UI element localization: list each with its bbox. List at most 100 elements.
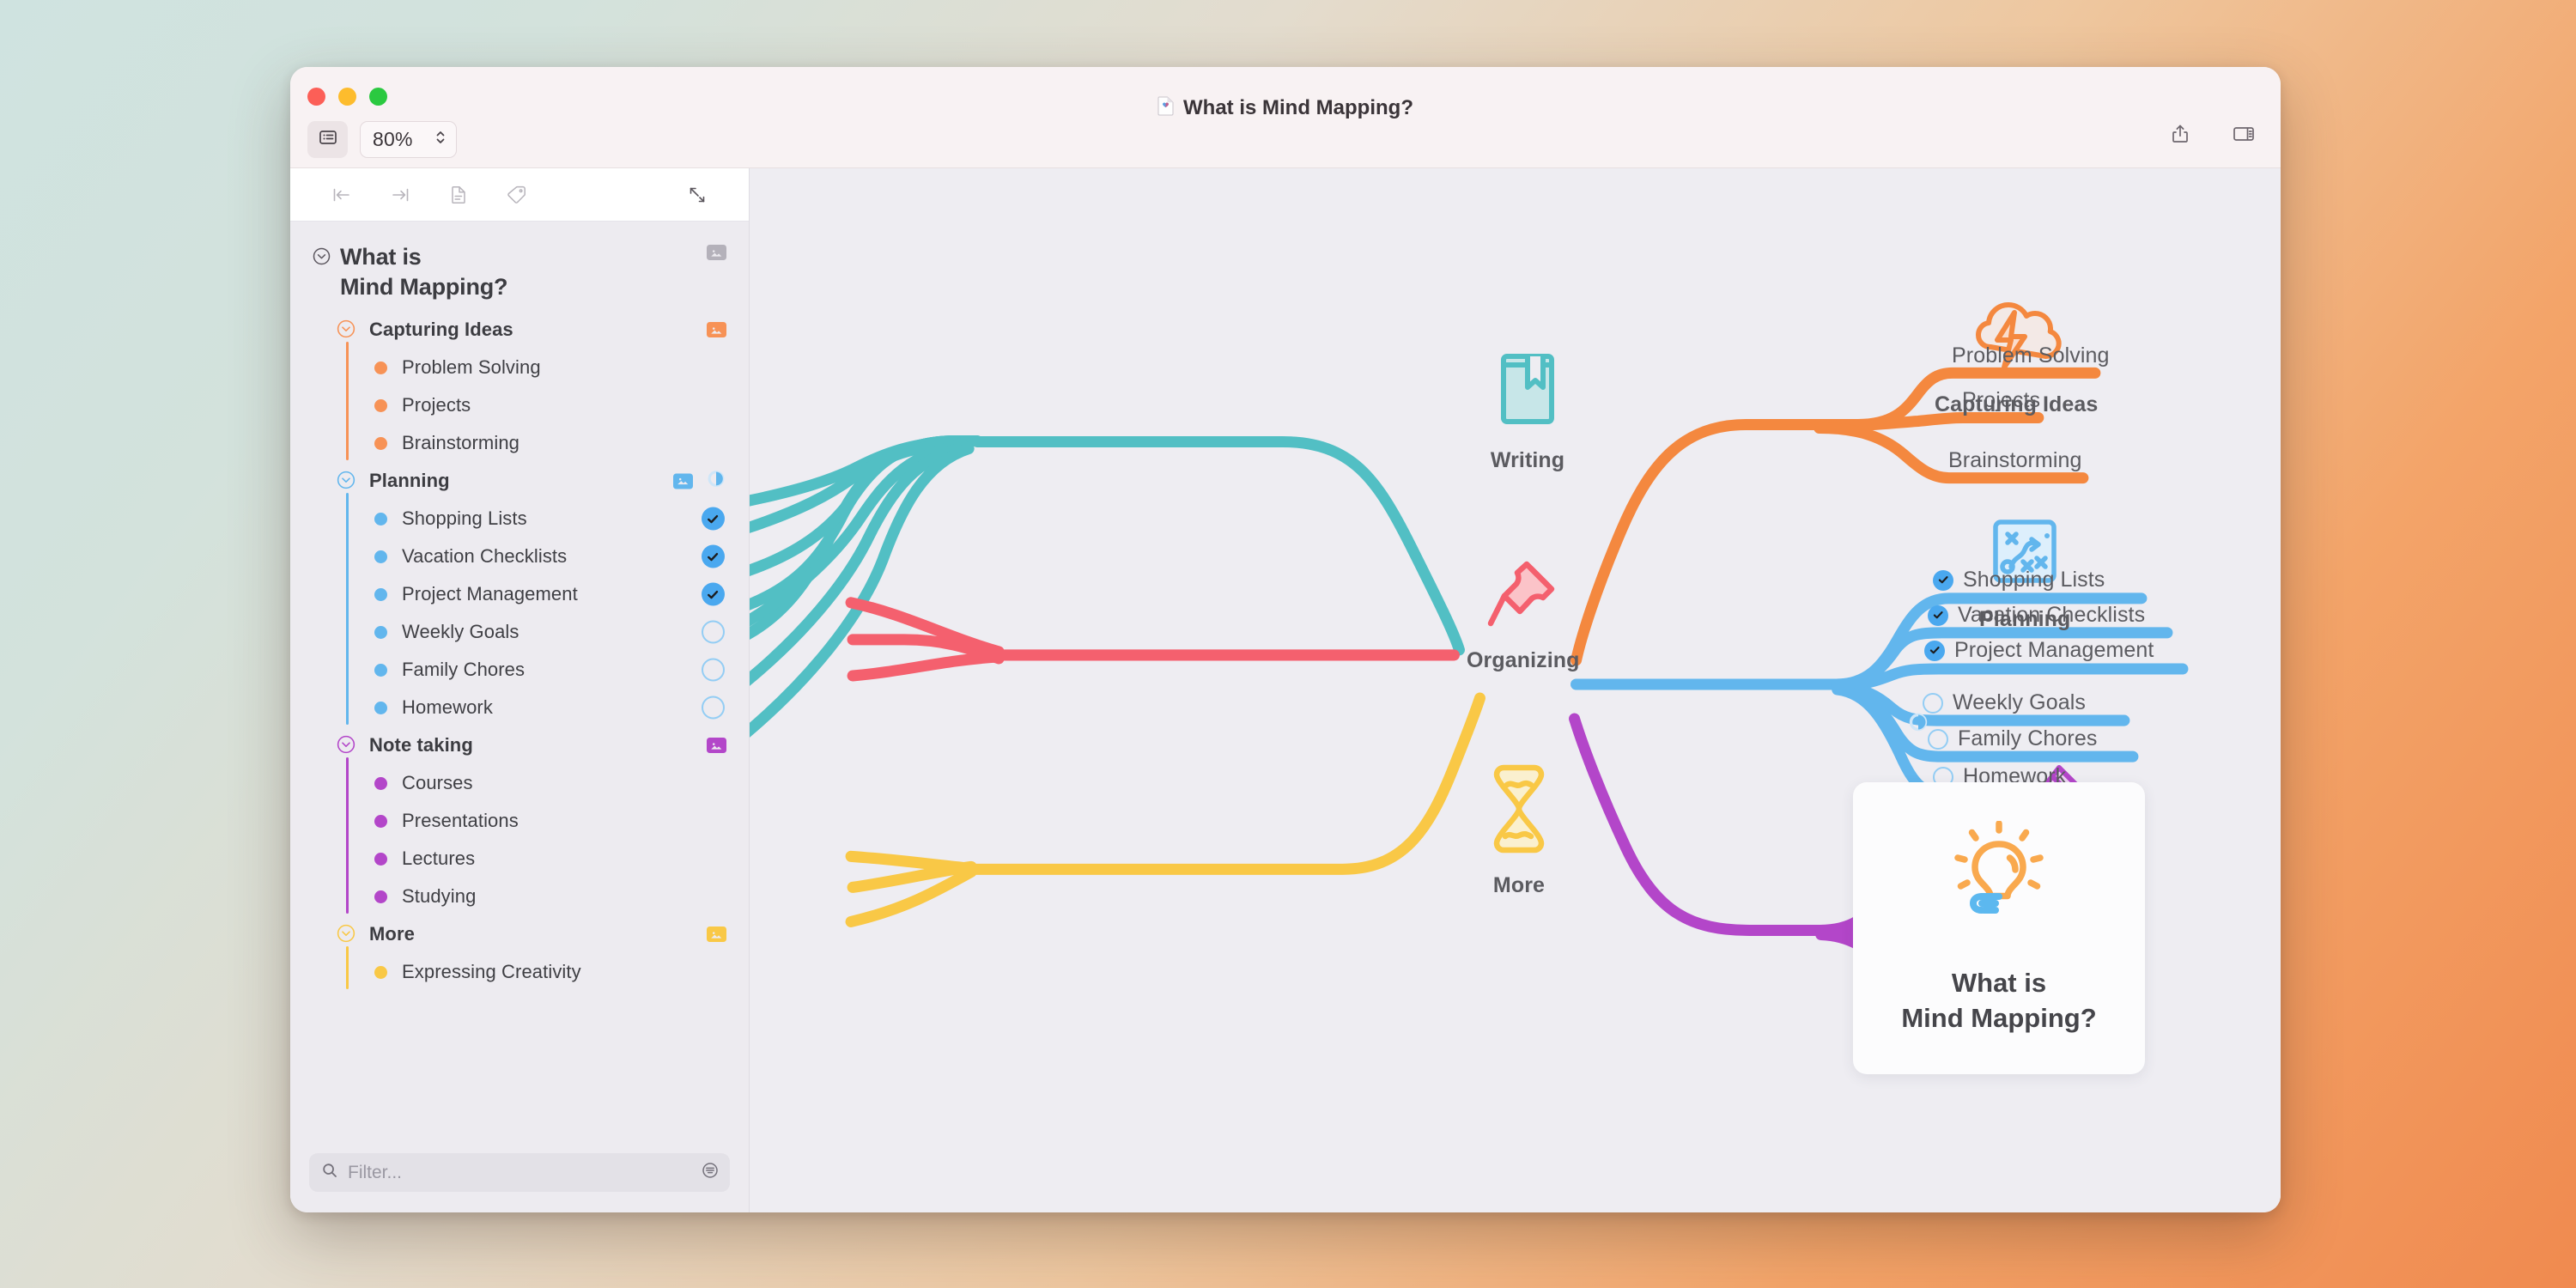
image-badge-icon[interactable]: [707, 738, 726, 754]
image-badge-icon[interactable]: [707, 245, 726, 260]
mindmap-child-node[interactable]: Vacation Checklists: [1928, 603, 2145, 628]
chevron-down-circle-icon[interactable]: [335, 736, 357, 759]
pushpin-icon: [1484, 553, 1563, 636]
checkbox-checked[interactable]: [702, 544, 725, 568]
outline-leaf-row[interactable]: Shopping Lists: [290, 500, 749, 538]
outline-leaf-row[interactable]: Studying: [290, 878, 749, 915]
outline-branch-row[interactable]: More: [290, 915, 749, 953]
document-icon: [1157, 96, 1174, 120]
mindmap-node-organizing[interactable]: Organizing: [1467, 553, 1580, 673]
outline-leaf-row[interactable]: Lectures: [290, 840, 749, 878]
outline-leaf-row[interactable]: Homework: [290, 689, 749, 726]
bullet-dot-icon: [374, 398, 387, 412]
outline-branch-row[interactable]: Capturing Ideas: [290, 311, 749, 349]
share-button[interactable]: [2167, 121, 2193, 151]
tag-button[interactable]: [488, 184, 546, 206]
outline-root-badges: [707, 245, 726, 260]
outline-leaf-row[interactable]: Courses: [290, 764, 749, 802]
checkbox-checked[interactable]: [1928, 605, 1948, 626]
outline-tree[interactable]: What is Mind Mapping? Capturing Ideas Pro…: [290, 222, 749, 1212]
outline-branch-label: Capturing Ideas: [369, 319, 513, 341]
outline-root-line1: What is: [340, 244, 422, 270]
mindmap-child-label: Problem Solving: [1952, 343, 2110, 368]
mindmap-child-label: Shopping Lists: [1963, 568, 2105, 592]
checkbox-unchecked[interactable]: [702, 620, 725, 644]
outline-leaf-label: Presentations: [402, 810, 519, 832]
outline-leaf-row[interactable]: Family Chores: [290, 651, 749, 689]
mindmap-child-node[interactable]: Projects: [1962, 388, 2040, 413]
stepper-updown-icon[interactable]: [434, 128, 447, 151]
filter-options-icon[interactable]: [701, 1161, 720, 1184]
mindmap-child-node[interactable]: Brainstorming: [1948, 448, 2082, 473]
image-badge-icon[interactable]: [673, 473, 693, 489]
half-progress-ring-icon[interactable]: [706, 469, 726, 494]
mindmap-node-organizing-label: Organizing: [1467, 648, 1580, 672]
indent-button[interactable]: [371, 184, 429, 206]
mindmap-node-writing[interactable]: Writing: [1488, 344, 1567, 473]
bullet-dot-icon: [374, 701, 387, 714]
checkbox-unchecked[interactable]: [702, 658, 725, 682]
checkbox-unchecked[interactable]: [1923, 692, 1943, 714]
outline-leaf-label: Vacation Checklists: [402, 545, 568, 568]
note-button[interactable]: [429, 184, 488, 206]
mindmap-child-label: Projects: [1962, 388, 2041, 412]
outdent-button[interactable]: [313, 184, 371, 206]
checkbox-checked[interactable]: [702, 507, 725, 531]
bullet-dot-icon: [374, 852, 387, 866]
filter-field[interactable]: Filter...: [309, 1153, 730, 1192]
outline-leaf-row[interactable]: Vacation Checklists: [290, 538, 749, 575]
sidebar-toggle-button[interactable]: [307, 121, 348, 158]
mindmap-child-node[interactable]: Problem Solving: [1952, 343, 2110, 368]
outline-branch-row[interactable]: Note taking: [290, 726, 749, 764]
image-badge-icon[interactable]: [707, 322, 726, 338]
mindmap-child-label: Brainstorming: [1948, 448, 2082, 472]
outline-leaf-label: Brainstorming: [402, 432, 520, 454]
mindmap-child-label: Weekly Goals: [1953, 690, 2086, 714]
mindmap-center-node[interactable]: What is Mind Mapping?: [1853, 782, 2145, 1074]
filter-input[interactable]: Filter...: [348, 1163, 691, 1183]
chevron-down-circle-icon[interactable]: [335, 320, 357, 343]
app-window: 80% What is Mind Mapping? What is Mind M…: [290, 67, 2281, 1212]
checkbox-checked[interactable]: [702, 582, 725, 606]
outline-leaf-row[interactable]: Project Management: [290, 575, 749, 613]
window-titlebar: 80% What is Mind Mapping?: [290, 67, 2281, 200]
outline-leaf-row[interactable]: Presentations: [290, 802, 749, 840]
image-badge-icon[interactable]: [707, 927, 726, 943]
checkbox-unchecked[interactable]: [702, 696, 725, 720]
outline-leaf-row[interactable]: Projects: [290, 386, 749, 424]
mindmap-child-node[interactable]: Family Chores: [1928, 726, 2097, 751]
mindmap-child-label: Vacation Checklists: [1958, 603, 2146, 627]
checkbox-checked[interactable]: [1933, 569, 1953, 591]
chevron-down-circle-icon[interactable]: [335, 471, 357, 495]
mindmap-center-line1: What is: [1951, 968, 2047, 999]
mindmap-child-node[interactable]: Shopping Lists: [1933, 568, 2105, 592]
outline-root-row[interactable]: What is Mind Mapping?: [290, 235, 749, 311]
hourglass-icon: [1485, 761, 1553, 861]
outline-branch-row[interactable]: Planning: [290, 462, 749, 500]
outline-leaf-label: Weekly Goals: [402, 621, 519, 643]
inspector-toggle[interactable]: [2231, 121, 2257, 151]
bullet-dot-icon: [374, 436, 387, 450]
expand-all-button[interactable]: [668, 184, 726, 206]
zoom-level-field[interactable]: 80%: [360, 121, 457, 158]
mindmap-child-node[interactable]: Weekly Goals: [1923, 690, 2086, 715]
mindmap-child-label: Project Management: [1954, 638, 2154, 662]
chevron-down-circle-icon[interactable]: [335, 925, 357, 948]
mindmap-child-label: Family Chores: [1958, 726, 2098, 750]
chevron-down-circle-icon[interactable]: [311, 242, 340, 271]
outline-leaf-label: Lectures: [402, 848, 476, 870]
outline-leaf-row[interactable]: Problem Solving: [290, 349, 749, 386]
mindmap-node-more-left[interactable]: More: [1485, 761, 1553, 898]
bullet-dot-icon: [374, 550, 387, 563]
outline-leaf-label: Courses: [402, 772, 473, 794]
checkbox-unchecked[interactable]: [1928, 728, 1948, 750]
mindmap-child-node[interactable]: Project Management: [1924, 638, 2154, 663]
checkbox-checked[interactable]: [1924, 640, 1945, 661]
mindmap-canvas[interactable]: What is Mind Mapping? Writing Organizing…: [750, 168, 2281, 1212]
outline-root-line2: Mind Mapping?: [340, 274, 508, 301]
outline-leaf-label: Expressing Creativity: [402, 961, 581, 983]
outline-leaf-row[interactable]: Brainstorming: [290, 424, 749, 462]
outline-leaf-row[interactable]: Weekly Goals: [290, 613, 749, 651]
outline-leaf-label: Projects: [402, 394, 471, 416]
outline-leaf-row[interactable]: Expressing Creativity: [290, 953, 749, 991]
